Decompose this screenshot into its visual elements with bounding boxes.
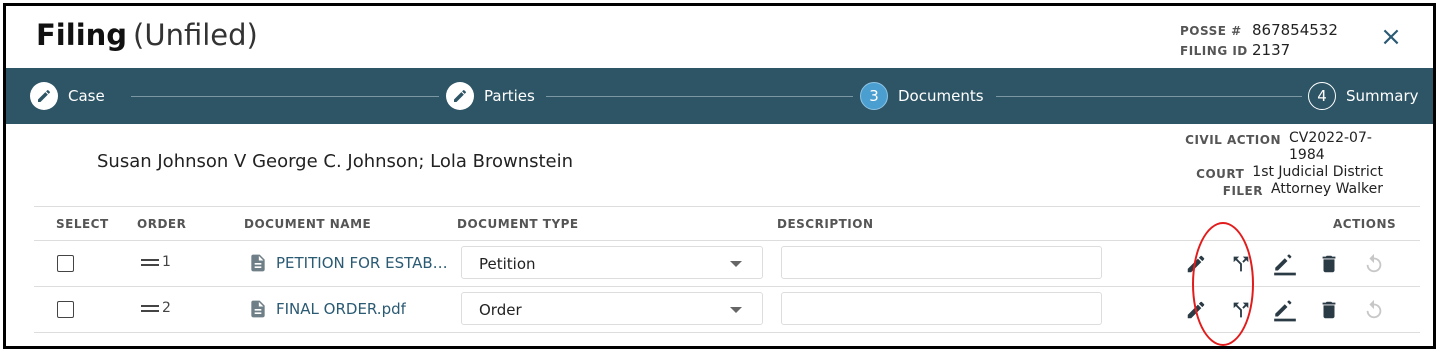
caret-down-icon [730,307,742,313]
col-select: SELECT [56,217,109,231]
filing-dialog: Filing (Unfiled) POSSE # 867854532 FILING … [3,3,1436,349]
order-number: 2 [162,300,171,316]
case-title: Susan Johnson V George C. Johnson; Lola … [97,151,574,172]
document-link[interactable]: PETITION FOR ESTABLISHMENT.pdf [248,252,451,274]
step-label: Summary [1346,87,1419,105]
dialog-header: Filing (Unfiled) POSSE # 867854532 FILING … [6,6,1433,68]
case-info: CIVIL ACTION CV2022-07-1984 COURT 1st Judi… [1185,130,1383,198]
table-row: 2 FINAL ORDER.pdf Order [34,287,1420,333]
filer-value: Attorney Walker [1271,181,1383,197]
col-document-type: DOCUMENT TYPE [457,217,579,231]
delete-icon[interactable] [1316,251,1342,277]
civil-action-label: CIVIL ACTION [1185,133,1281,147]
court-value: 1st Judicial District [1252,164,1383,180]
file-icon [251,300,265,318]
step-summary[interactable]: 4 Summary [1308,68,1419,124]
select-checkbox[interactable] [57,255,74,272]
undo-icon[interactable] [1361,297,1387,323]
split-icon[interactable] [1228,297,1254,323]
progress-stepper: Case Parties 3 Documents 4 Summary [6,68,1433,124]
sign-icon[interactable] [1272,251,1298,277]
filing-meta: POSSE # 867854532 FILING ID 2137 [1180,21,1338,61]
step-connector [131,96,439,97]
undo-icon[interactable] [1361,251,1387,277]
step-connector [546,96,853,97]
caret-down-icon [730,261,742,267]
posse-value: 867854532 [1252,21,1338,39]
document-type-value: Petition [479,255,536,273]
close-icon[interactable]: × [1376,22,1406,52]
step-documents[interactable]: 3 Documents [860,68,984,124]
split-icon[interactable] [1228,251,1254,277]
document-name: PETITION FOR ESTABLISHMENT.pdf [276,254,451,272]
pencil-icon [446,82,474,110]
order-number: 1 [162,254,171,270]
civil-action-value: CV2022-07-1984 [1289,130,1372,163]
step-case[interactable]: Case [30,68,105,124]
order-cell: 2 [141,300,171,316]
col-actions: ACTIONS [1333,217,1397,231]
drag-handle-icon[interactable] [141,256,159,269]
col-document-name: DOCUMENT NAME [244,217,372,231]
step-parties[interactable]: Parties [446,68,535,124]
document-type-select[interactable]: Petition [461,246,763,279]
sign-icon[interactable] [1272,297,1298,323]
col-description: DESCRIPTION [777,217,874,231]
posse-label: POSSE # [1180,24,1242,38]
filing-id-value: 2137 [1252,41,1291,59]
step-label: Documents [898,87,984,105]
document-type-select[interactable]: Order [461,292,763,325]
order-cell: 1 [141,254,171,270]
page-subtitle: (Unfiled) [133,18,258,52]
delete-icon[interactable] [1316,297,1342,323]
step-number: 3 [860,82,888,110]
file-icon [251,254,265,272]
select-checkbox[interactable] [57,301,74,318]
filer-label: FILER [1222,184,1263,198]
step-number: 4 [1308,82,1336,110]
table-header: SELECT ORDER DOCUMENT NAME DOCUMENT TYPE… [34,206,1420,241]
table-row: 1 PETITION FOR ESTABLISHMENT.pdf Petitio… [34,241,1420,287]
step-label: Parties [484,87,535,105]
filing-id-label: FILING ID [1180,44,1248,58]
documents-table: SELECT ORDER DOCUMENT NAME DOCUMENT TYPE… [34,206,1420,333]
document-link[interactable]: FINAL ORDER.pdf [248,298,406,320]
description-input[interactable] [781,246,1102,279]
step-label: Case [68,87,105,105]
step-connector [996,96,1302,97]
document-type-value: Order [479,301,522,319]
document-name: FINAL ORDER.pdf [276,300,406,318]
col-order: ORDER [137,217,187,231]
court-label: COURT [1196,167,1245,181]
pencil-icon [30,82,58,110]
drag-handle-icon[interactable] [141,302,159,315]
edit-icon[interactable] [1183,251,1209,277]
page-title: Filing (Unfiled) [36,18,258,52]
edit-icon[interactable] [1183,297,1209,323]
description-input[interactable] [781,292,1102,325]
